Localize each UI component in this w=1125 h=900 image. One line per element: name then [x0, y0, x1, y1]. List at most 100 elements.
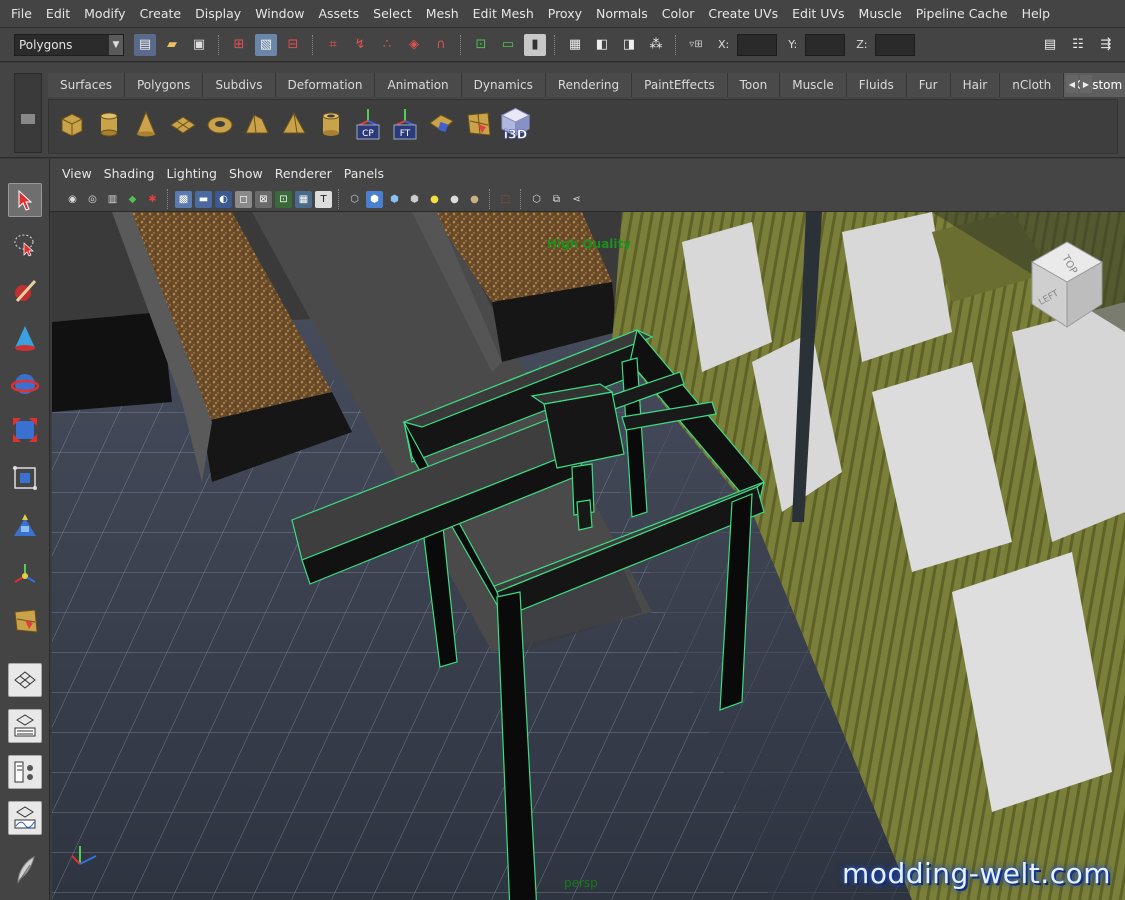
camera-attributes-icon[interactable]: ◉	[64, 191, 81, 208]
shelf-tab-painteffects[interactable]: PaintEffects	[632, 73, 728, 97]
poly-torus-icon[interactable]	[203, 106, 236, 142]
layout-persp-outliner-button[interactable]	[8, 709, 42, 743]
select-component-icon[interactable]: ⊟	[282, 34, 304, 56]
shelf-tab-subdivs[interactable]: Subdivs	[203, 73, 276, 97]
panel-menu-lighting[interactable]: Lighting	[160, 166, 223, 181]
tool-settings-icon[interactable]: ⇶	[1095, 33, 1117, 55]
panel-menu-panels[interactable]: Panels	[338, 166, 390, 181]
menu-display[interactable]: Display	[188, 0, 248, 28]
shelf-handle[interactable]	[14, 73, 42, 153]
menu-set-dropdown[interactable]: Polygons ▼	[14, 33, 124, 56]
ipr-render-icon[interactable]: ◨	[618, 34, 640, 56]
shelf-tab-animation[interactable]: Animation	[375, 73, 462, 97]
panel-menu-view[interactable]: View	[56, 166, 98, 181]
film-gate-icon[interactable]: ▬	[195, 190, 212, 208]
poly-pipe-icon[interactable]	[314, 106, 347, 142]
channel-box-icon[interactable]: ☷	[1067, 33, 1089, 55]
textured-icon[interactable]: ⬢	[406, 191, 423, 208]
menu-muscle[interactable]: Muscle	[852, 0, 909, 28]
snap-curve-icon[interactable]: ↯	[349, 34, 371, 56]
menu-create[interactable]: Create	[133, 0, 189, 28]
render-view-icon[interactable]: ▦	[564, 34, 586, 56]
field-chart-icon[interactable]: ⊠	[255, 190, 272, 208]
shelf-tab-hair[interactable]: Hair	[950, 73, 1001, 97]
save-scene-icon[interactable]: ▣	[188, 34, 210, 56]
snap-grid-icon[interactable]: ⌗	[322, 34, 344, 56]
uv-mapping-icon[interactable]	[425, 106, 458, 142]
image-plane-icon[interactable]: ◆	[124, 191, 141, 208]
2d-pan-zoom-icon[interactable]: ✱	[144, 191, 161, 208]
coord-x-field[interactable]	[737, 33, 778, 56]
history-toggle-icon[interactable]: ▮	[524, 33, 546, 56]
center-pivot-icon[interactable]: CP	[351, 106, 384, 142]
input-output-icon[interactable]: ⊡	[470, 34, 492, 56]
wireframe-icon[interactable]: ⬡	[346, 191, 363, 208]
chevron-left-icon[interactable]: ◀	[1066, 75, 1078, 93]
menu-mesh[interactable]: Mesh	[419, 0, 466, 28]
magnet-icon[interactable]: ∩	[430, 34, 452, 56]
new-scene-icon[interactable]: ▤	[134, 33, 156, 56]
use-all-lights-icon[interactable]: ●	[426, 191, 443, 208]
perspective-viewport[interactable]: TOP LEFT High Quality persp modding-welt…	[52, 212, 1125, 900]
move-tool-button[interactable]	[8, 321, 42, 355]
menu-edit[interactable]: Edit	[39, 0, 77, 28]
menu-edit-uvs[interactable]: Edit UVs	[785, 0, 851, 28]
shelf-tab-rendering[interactable]: Rendering	[545, 73, 633, 97]
coord-y-field[interactable]	[805, 33, 846, 56]
safe-action-icon[interactable]: ⊡	[275, 190, 292, 208]
gate-mask-icon[interactable]: ◻	[235, 190, 252, 208]
chevron-right-icon[interactable]: ▶	[1080, 75, 1092, 93]
bookmarks-icon[interactable]: ▥	[104, 191, 121, 208]
xray-joints-icon[interactable]: ⧉	[548, 191, 565, 208]
high-quality-icon[interactable]: ●	[466, 191, 483, 208]
shelf-tab-polygons[interactable]: Polygons	[124, 73, 204, 97]
rotate-tool-button[interactable]	[8, 367, 42, 401]
coord-z-field[interactable]	[875, 33, 916, 56]
last-tool-button[interactable]	[8, 603, 42, 637]
shelf-tab-fluids[interactable]: Fluids	[846, 73, 907, 97]
transform-field-icon[interactable]: ▿⊞	[685, 34, 707, 56]
construction-history-icon[interactable]: ▭	[497, 34, 519, 56]
menu-modify[interactable]: Modify	[77, 0, 132, 28]
show-manipulator-button[interactable]	[8, 557, 42, 591]
panel-menu-renderer[interactable]: Renderer	[269, 166, 338, 181]
layout-persp-graph-button[interactable]	[8, 801, 42, 835]
poly-pyramid-icon[interactable]	[277, 106, 310, 142]
select-hierarchy-icon[interactable]: ⊞	[228, 34, 250, 56]
lasso-tool-button[interactable]	[8, 227, 42, 261]
poly-prism-icon[interactable]	[240, 106, 273, 142]
open-scene-icon[interactable]: ▰	[161, 34, 183, 56]
soft-mod-tool-button[interactable]	[8, 509, 42, 543]
shelf-tab-muscle[interactable]: Muscle	[780, 73, 847, 97]
scale-tool-button[interactable]	[8, 413, 42, 447]
xray-icon[interactable]: ⬡	[528, 191, 545, 208]
menu-help[interactable]: Help	[1015, 0, 1058, 28]
paint-select-tool-button[interactable]	[8, 274, 42, 308]
menu-proxy[interactable]: Proxy	[541, 0, 589, 28]
camera-select-icon[interactable]: ◎	[84, 191, 101, 208]
wireframe-on-shaded-icon[interactable]: ⬢	[386, 191, 403, 208]
menu-pipeline-cache[interactable]: Pipeline Cache	[909, 0, 1015, 28]
render-settings-icon[interactable]: ⁂	[645, 34, 667, 56]
select-object-icon[interactable]: ▧	[255, 33, 277, 56]
hud-text-icon[interactable]: T	[315, 190, 332, 208]
shelf-tab-ncloth[interactable]: nCloth	[1000, 73, 1065, 97]
smooth-shade-icon[interactable]: ⬢	[366, 190, 383, 208]
poly-cone-icon[interactable]	[129, 106, 162, 142]
resolution-gate-icon[interactable]: ◐	[215, 190, 232, 208]
menu-color[interactable]: Color	[655, 0, 702, 28]
snap-point-icon[interactable]: ∴	[376, 34, 398, 56]
menu-file[interactable]: File	[4, 0, 39, 28]
menu-create-uvs[interactable]: Create UVs	[701, 0, 785, 28]
script-editor-button[interactable]	[8, 853, 42, 887]
poly-cube-icon[interactable]	[55, 106, 88, 142]
shelf-tab-deformation[interactable]: Deformation	[275, 73, 376, 97]
render-frame-icon[interactable]: ◧	[591, 34, 613, 56]
grid-toggle-icon[interactable]: ▩	[175, 190, 192, 208]
shelf-tab-fur[interactable]: Fur	[906, 73, 951, 97]
universal-manipulator-button[interactable]	[8, 461, 42, 495]
attribute-editor-icon[interactable]: ▤	[1039, 33, 1061, 55]
shelf-tab-toon[interactable]: Toon	[727, 73, 781, 97]
select-tool-button[interactable]	[8, 183, 42, 217]
layout-outliner-persp-button[interactable]	[8, 755, 42, 789]
